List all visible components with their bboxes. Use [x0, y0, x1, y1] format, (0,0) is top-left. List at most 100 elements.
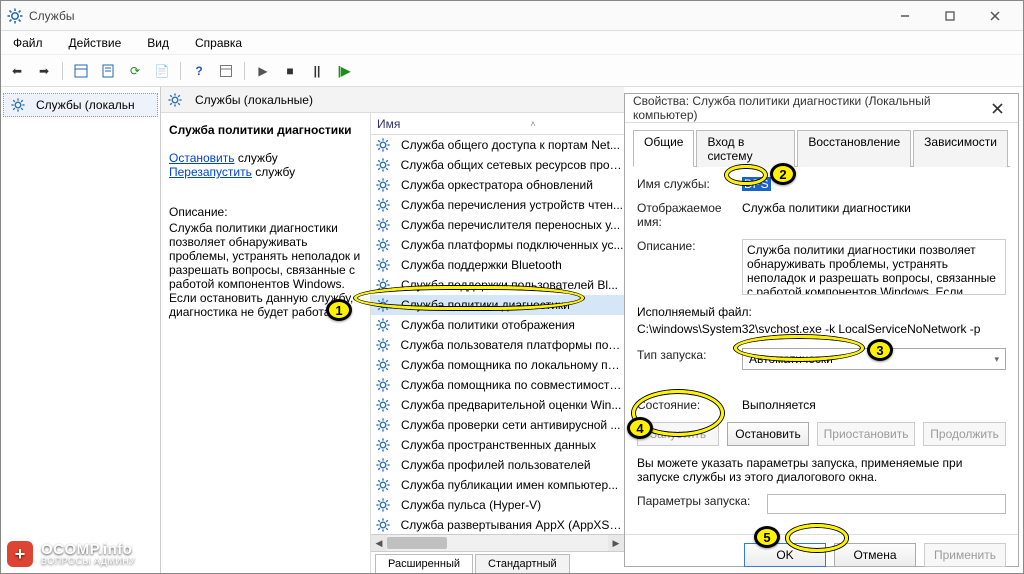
- list-header[interactable]: Имя ˄: [371, 113, 624, 135]
- stop-button[interactable]: ■: [278, 59, 302, 83]
- apply-button[interactable]: Применить: [924, 543, 1006, 567]
- extended-tab[interactable]: Расширенный: [375, 554, 473, 573]
- watermark: + OCOMP.info ВОПРОСЫ АДМИНУ: [7, 541, 136, 567]
- start-params-input[interactable]: [767, 494, 1006, 514]
- hint-text: Вы можете указать параметры запуска, при…: [637, 456, 1006, 484]
- pause-button[interactable]: ||: [305, 59, 329, 83]
- menu-help[interactable]: Справка: [189, 34, 248, 52]
- watermark-line2: ВОПРОСЫ АДМИНУ: [41, 557, 136, 566]
- ok-button[interactable]: OK: [744, 543, 826, 567]
- dialog-close-button[interactable]: [984, 95, 1010, 121]
- service-name: Служба помощника по совместимости...: [401, 378, 624, 392]
- service-row[interactable]: Служба проверки сети антивирусной ...: [371, 415, 624, 435]
- resume-service-button[interactable]: Продолжить: [923, 422, 1006, 446]
- forward-button[interactable]: ➡: [32, 59, 56, 83]
- desc-label: Описание:: [169, 205, 362, 219]
- restart-link[interactable]: Перезапустить: [169, 165, 252, 179]
- stop-service-button[interactable]: Остановить: [727, 422, 809, 446]
- props-button[interactable]: [96, 59, 120, 83]
- tree-root-label: Службы (локальн: [36, 98, 135, 112]
- service-row[interactable]: Служба общих сетевых ресурсов проиг...: [371, 155, 624, 175]
- service-row[interactable]: Служба платформы подключенных ус...: [371, 235, 624, 255]
- play-button[interactable]: ▶: [251, 59, 275, 83]
- service-name: Служба помощника по локальному пр...: [401, 358, 624, 372]
- type-button[interactable]: [214, 59, 238, 83]
- tab-deps[interactable]: Зависимости: [913, 130, 1008, 167]
- gear-icon: [375, 177, 391, 193]
- service-row[interactable]: Служба поддержки Bluetooth: [371, 255, 624, 275]
- service-row[interactable]: Служба политики диагностики: [371, 295, 624, 315]
- service-row[interactable]: Служба предварительной оценки Win...: [371, 395, 624, 415]
- menu-file[interactable]: Файл: [7, 34, 49, 52]
- service-name: Служба пульса (Hyper-V): [401, 498, 541, 512]
- service-name: Служба общего доступа к портам Net...: [401, 138, 620, 152]
- menu-view[interactable]: Вид: [141, 34, 175, 52]
- service-row[interactable]: Служба поддержки пользователей Bl...: [371, 275, 624, 295]
- export-button[interactable]: 📄: [150, 59, 174, 83]
- gear-icon: [375, 317, 391, 333]
- tab-logon[interactable]: Вход в систему: [696, 130, 795, 167]
- gear-icon: [375, 277, 391, 293]
- service-row[interactable]: Служба пространственных данных: [371, 435, 624, 455]
- menu-action[interactable]: Действие: [63, 34, 128, 52]
- restart-button[interactable]: |▶: [332, 59, 356, 83]
- value-startup-type: Автоматически: [749, 352, 833, 366]
- pause-service-button[interactable]: Приостановить: [817, 422, 915, 446]
- close-button[interactable]: [973, 2, 1017, 30]
- service-row[interactable]: Служба пульса (Hyper-V): [371, 495, 624, 515]
- chevron-down-icon: ▾: [994, 354, 999, 365]
- service-name: Служба общих сетевых ресурсов проиг...: [401, 158, 624, 172]
- service-name: Служба предварительной оценки Win...: [401, 398, 621, 412]
- watermark-line1: OCOMP.info: [41, 542, 136, 557]
- service-name: Служба платформы подключенных ус...: [401, 238, 623, 252]
- back-button[interactable]: ⬅: [5, 59, 29, 83]
- services-list[interactable]: Служба общего доступа к портам Net... Слу…: [371, 135, 624, 534]
- maximize-button[interactable]: [928, 2, 972, 30]
- callout-5: 5: [754, 526, 780, 548]
- service-row[interactable]: Служба помощника по локальному пр...: [371, 355, 624, 375]
- horizontal-scrollbar[interactable]: ◀▶: [371, 534, 624, 551]
- dialog-title: Свойства: Служба политики диагностики (Л…: [633, 94, 984, 122]
- gear-icon: [375, 397, 391, 413]
- title-bar: Службы: [1, 1, 1023, 31]
- details-view-button[interactable]: [69, 59, 93, 83]
- stop-suffix: службу: [235, 151, 278, 165]
- service-row[interactable]: Служба пользователя платформы подк...: [371, 335, 624, 355]
- service-row[interactable]: Служба оркестратора обновлений: [371, 175, 624, 195]
- help-button[interactable]: ?: [187, 59, 211, 83]
- tab-general[interactable]: Общие: [633, 130, 694, 167]
- label-startup-type: Тип запуска:: [637, 348, 742, 362]
- standard-tab[interactable]: Стандартный: [475, 554, 570, 573]
- label-description: Описание:: [637, 239, 742, 253]
- refresh-button[interactable]: ⟳: [123, 59, 147, 83]
- tree-pane: Службы (локальн: [1, 87, 161, 573]
- gear-icon: [375, 217, 391, 233]
- callout-4: 4: [627, 417, 653, 439]
- label-display-name: Отображаемое имя:: [637, 201, 742, 229]
- menu-bar: Файл Действие Вид Справка: [1, 31, 1023, 55]
- service-row[interactable]: Служба развертывания AppX (AppXSVС): [371, 515, 624, 534]
- service-name: Служба пространственных данных: [401, 438, 596, 452]
- tree-root-node[interactable]: Службы (локальн: [3, 93, 158, 117]
- service-row[interactable]: Служба перечисления устройств чтен...: [371, 195, 624, 215]
- service-row[interactable]: Служба помощника по совместимости...: [371, 375, 624, 395]
- minimize-button[interactable]: [883, 2, 927, 30]
- service-row[interactable]: Служба общего доступа к портам Net...: [371, 135, 624, 155]
- gear-icon: [375, 417, 391, 433]
- service-row[interactable]: Служба политики отображения: [371, 315, 624, 335]
- gear-icon: [375, 137, 391, 153]
- label-state: Состояние:: [637, 398, 742, 412]
- stop-link[interactable]: Остановить: [169, 151, 235, 165]
- gear-icon: [375, 357, 391, 373]
- service-row[interactable]: Служба публикации имен компьютер...: [371, 475, 624, 495]
- cancel-button[interactable]: Отмена: [834, 543, 916, 567]
- detail-title: Служба политики диагностики: [169, 123, 352, 137]
- service-row[interactable]: Служба профилей пользователей: [371, 455, 624, 475]
- value-description: Служба политики диагностики позволяет об…: [742, 239, 1006, 295]
- gear-icon: [375, 517, 391, 533]
- gear-icon: [375, 377, 391, 393]
- gear-icon: [375, 437, 391, 453]
- service-name: Служба оркестратора обновлений: [401, 178, 593, 192]
- service-row[interactable]: Служба перечислителя переносных у...: [371, 215, 624, 235]
- tab-recovery[interactable]: Восстановление: [797, 130, 911, 167]
